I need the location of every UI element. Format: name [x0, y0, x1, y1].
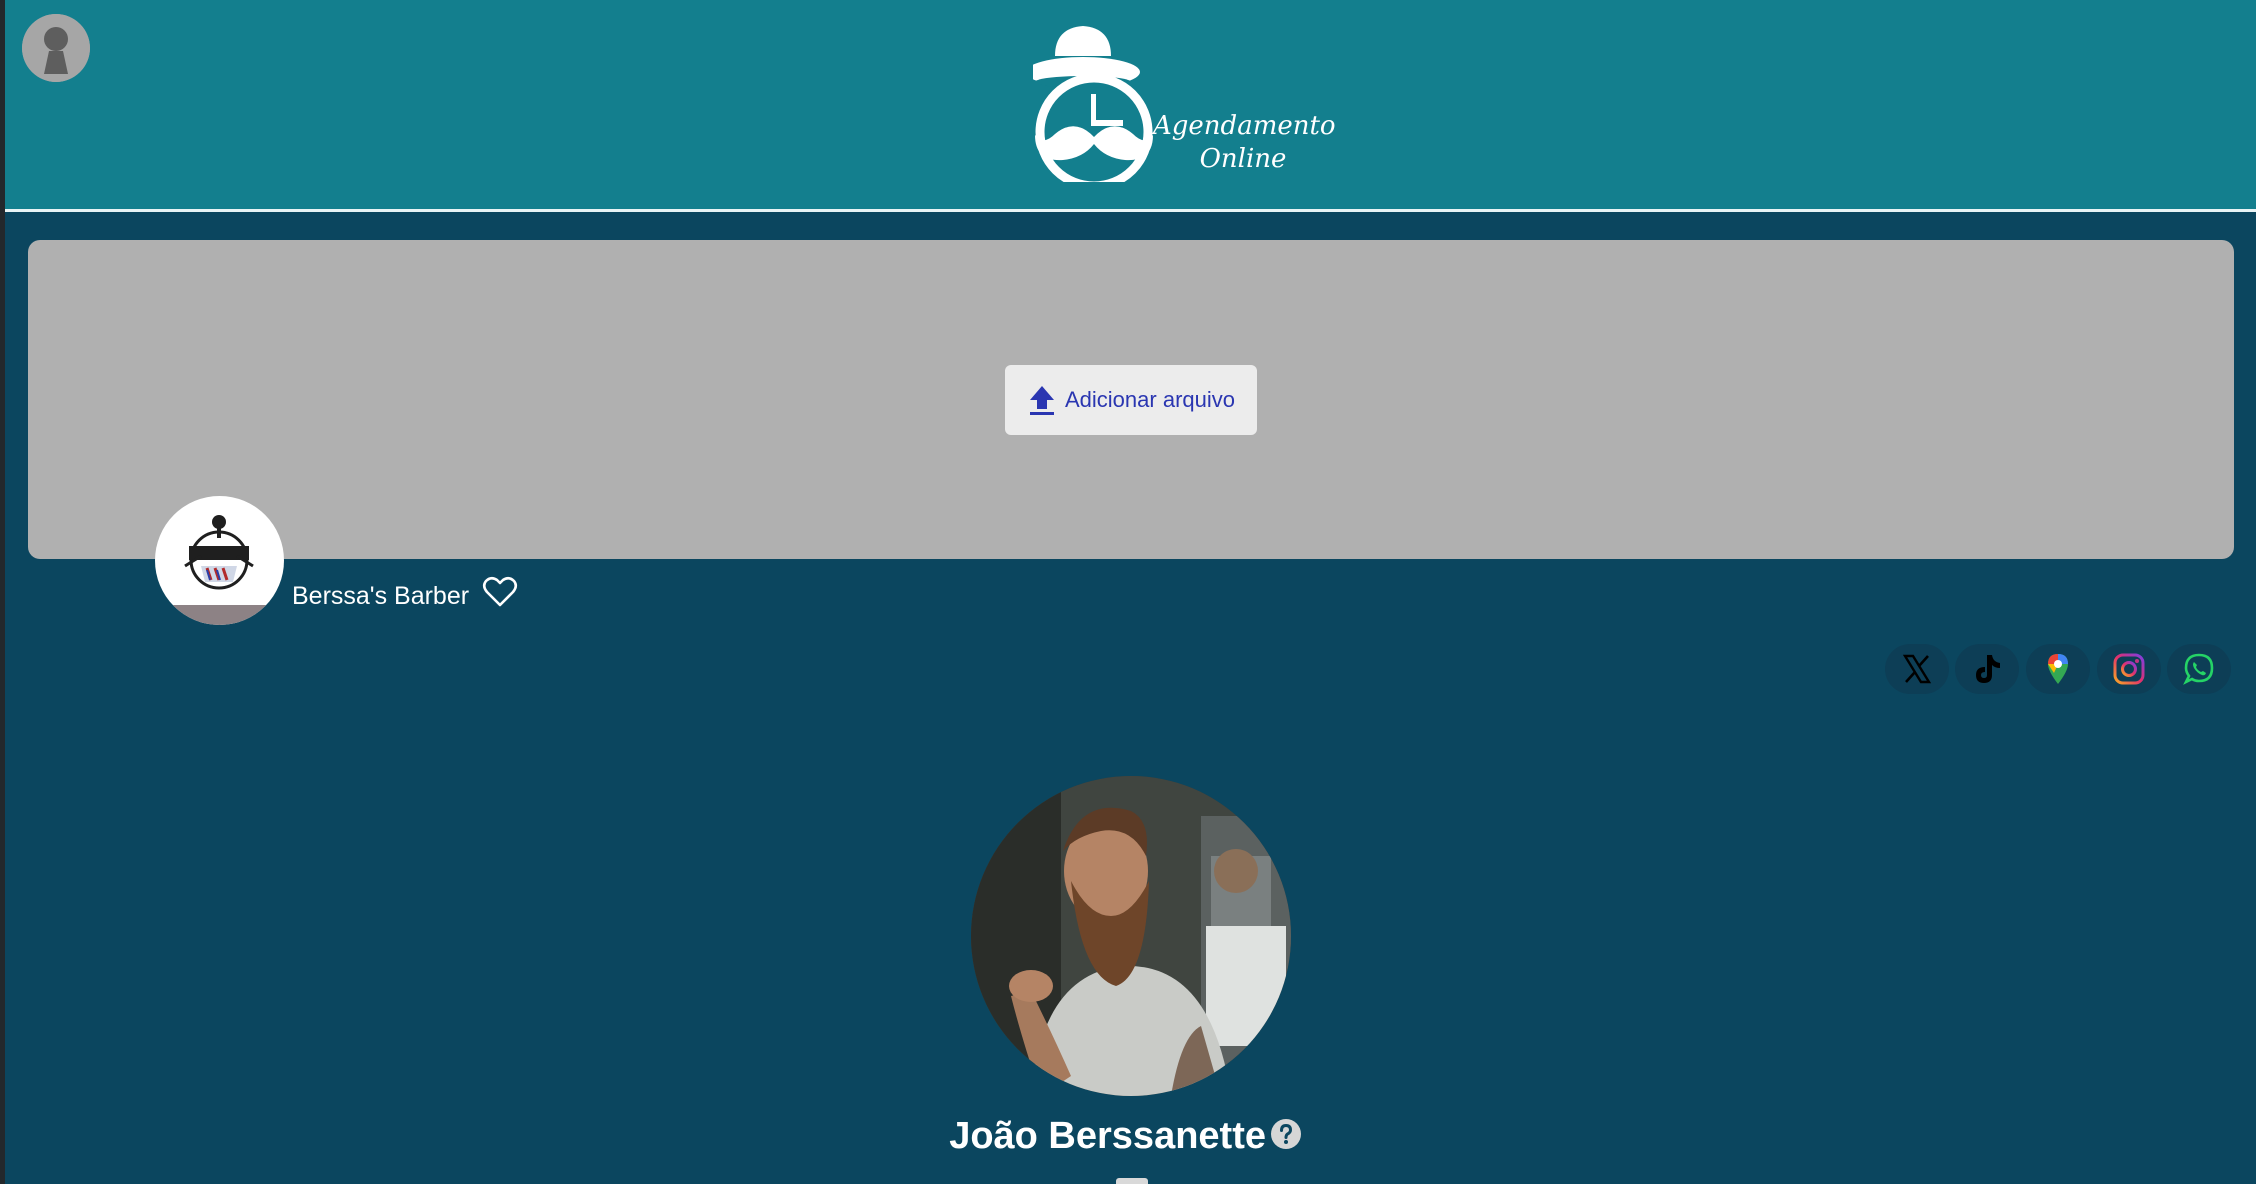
- whatsapp-icon: [2183, 653, 2214, 685]
- tiktok-icon: [1976, 655, 2000, 683]
- user-avatar-button[interactable]: [22, 14, 90, 82]
- app-page: Agendamento Online Adicionar arquivo Ber…: [0, 0, 2256, 1184]
- logo-text-line2: Online: [1199, 144, 1287, 174]
- google-maps-icon: [2048, 654, 2068, 684]
- shop-avatar-band: [155, 605, 284, 625]
- upload-icon: [1030, 386, 1054, 415]
- barber-photo-image: [971, 776, 1291, 1096]
- shop-logo-avatar[interactable]: [155, 496, 284, 625]
- app-logo: Agendamento Online: [1033, 22, 1336, 182]
- favorite-heart-icon[interactable]: [482, 574, 518, 610]
- help-question-icon[interactable]: [1270, 1118, 1302, 1150]
- user-silhouette-icon: [22, 14, 90, 82]
- x-icon: [1902, 654, 1932, 684]
- partially-visible-icon: [1116, 1178, 1148, 1184]
- app-header: Agendamento Online: [5, 0, 2256, 212]
- shop-name: Berssa's Barber: [292, 582, 470, 610]
- barber-profile-photo[interactable]: [971, 776, 1291, 1096]
- instagram-social-button[interactable]: [2097, 644, 2161, 694]
- mustache-hat-logo-icon: [1033, 26, 1153, 182]
- logo-text-line1: Agendamento: [1153, 111, 1336, 141]
- tiktok-social-button[interactable]: [1955, 644, 2019, 694]
- x-social-button[interactable]: [1885, 644, 1949, 694]
- barber-name: João Berssanette: [949, 1115, 1266, 1157]
- add-file-label: Adicionar arquivo: [1065, 387, 1235, 412]
- whatsapp-social-button[interactable]: [2167, 644, 2231, 694]
- instagram-icon: [2113, 653, 2145, 685]
- maps-social-button[interactable]: [2026, 644, 2090, 694]
- add-file-button[interactable]: Adicionar arquivo: [1005, 365, 1257, 435]
